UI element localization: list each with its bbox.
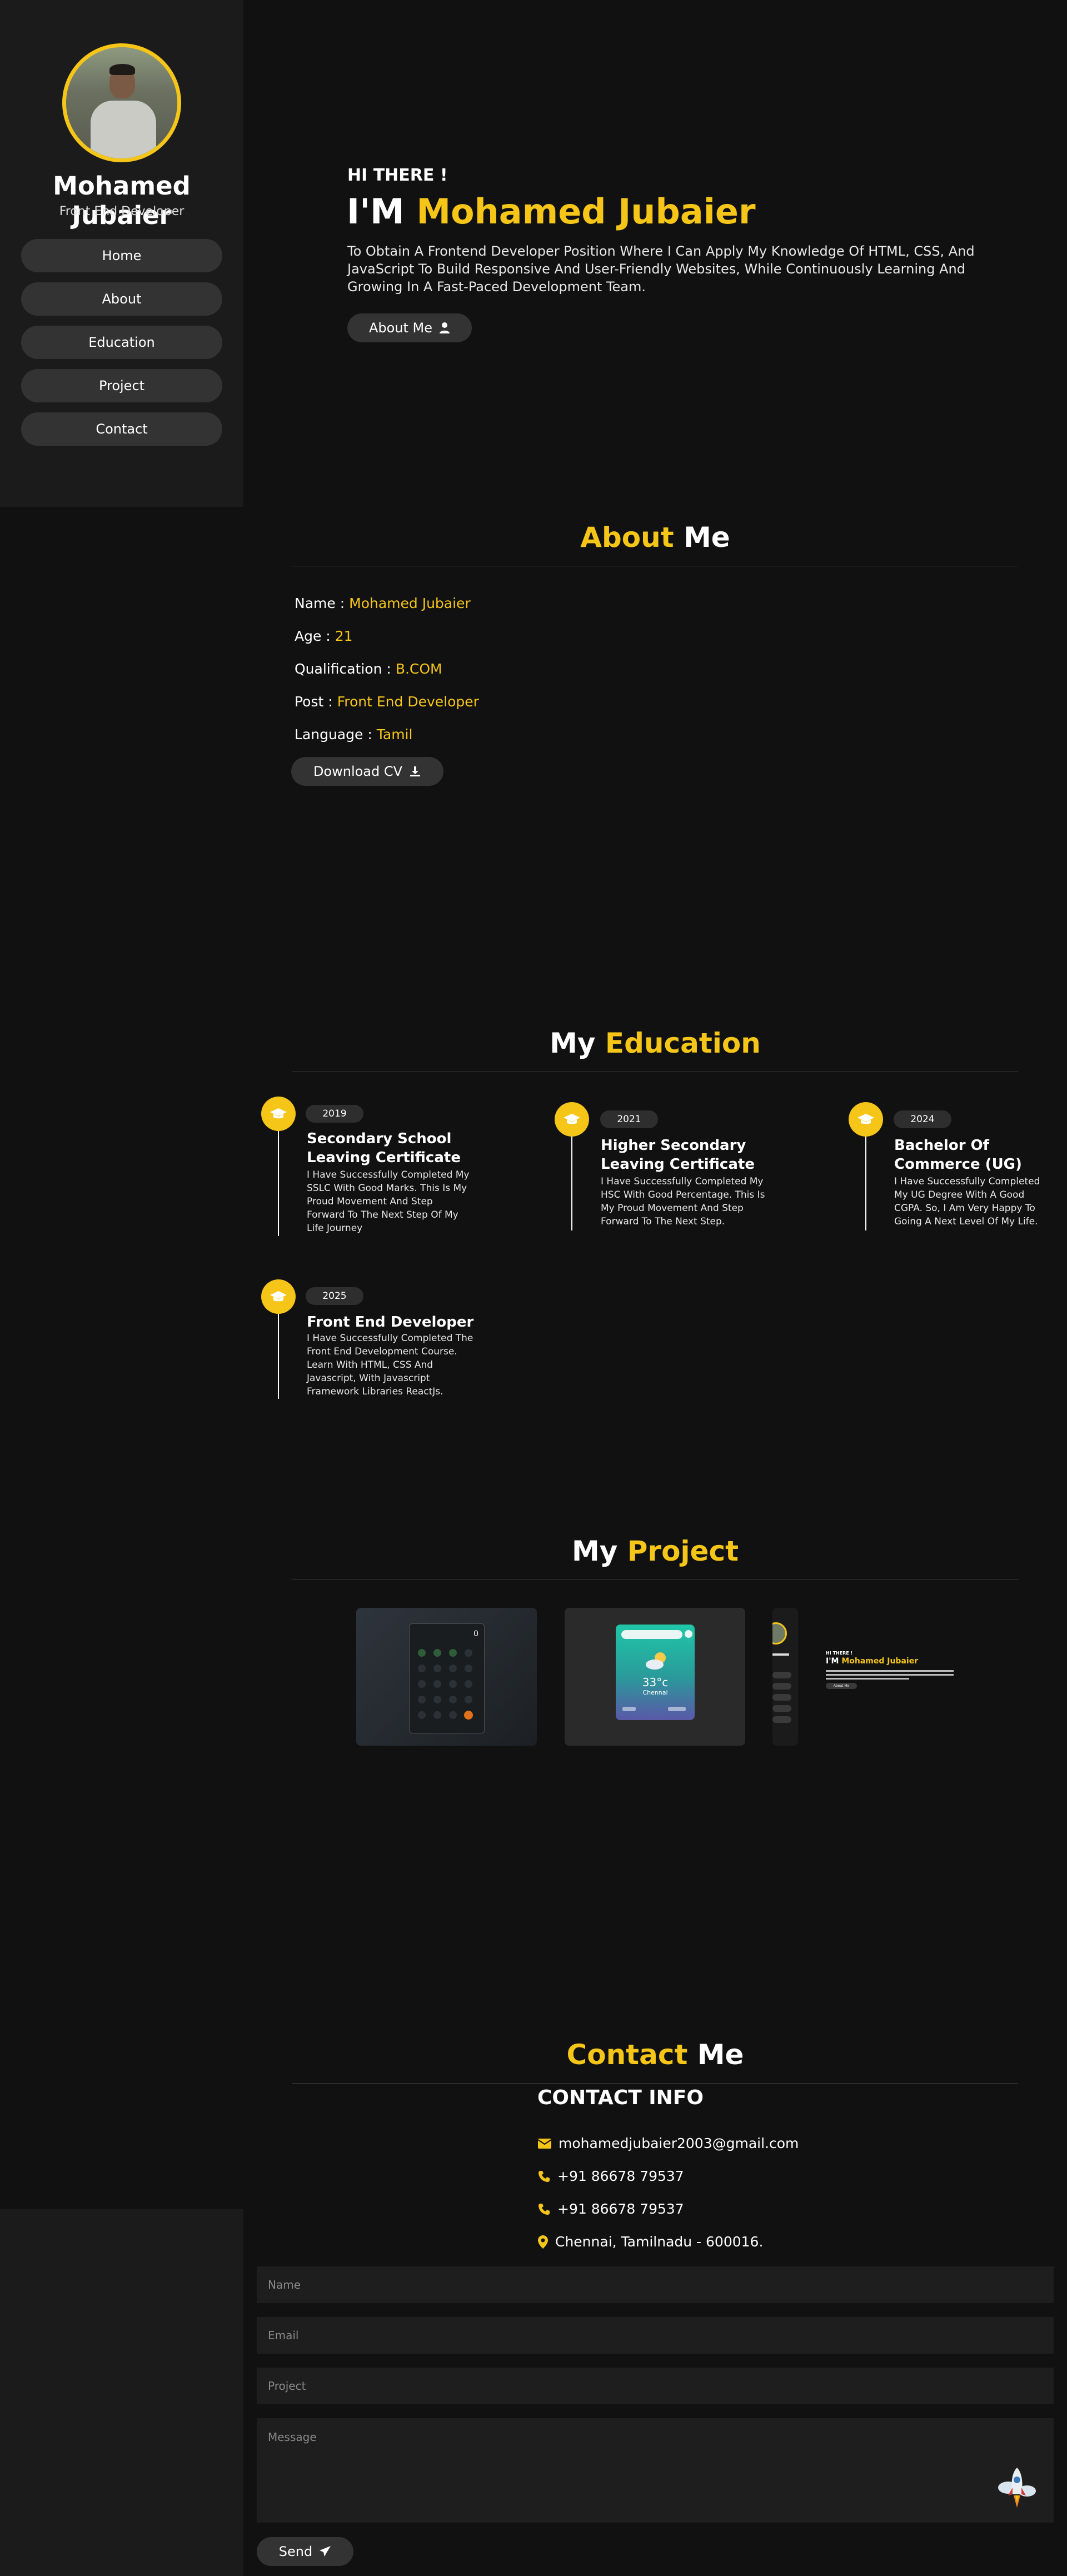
- weather-humidity-indicator: [622, 1707, 636, 1711]
- education-item-title: Secondary School Leaving Certificate: [307, 1130, 461, 1166]
- portfolio-preview-content: HI THERE ! I'M Mohamed Jubaier About Me: [826, 1651, 965, 1689]
- calculator-preview: 0: [409, 1623, 485, 1733]
- education-year-badge: 2025: [306, 1287, 363, 1305]
- about-age-row: Age :21: [295, 628, 353, 644]
- weather-preview: 33°c Chennai: [616, 1625, 695, 1720]
- contact-phone-2: +91 86678 79537: [537, 2201, 684, 2217]
- education-year-badge: 2021: [600, 1110, 658, 1128]
- download-cv-button[interactable]: Download CV: [291, 757, 443, 786]
- portfolio-nav-pill: [772, 1683, 791, 1690]
- calculator-keypad: [418, 1649, 473, 1720]
- user-icon: [440, 322, 450, 333]
- about-name-row: Name : Mohamed Jubaier: [295, 595, 471, 611]
- nav-about-button[interactable]: About: [21, 282, 222, 316]
- project-card-calculator[interactable]: 0: [356, 1608, 537, 1746]
- education-title: My Education: [550, 1027, 761, 1059]
- timeline-line: [865, 1136, 866, 1230]
- calculator-display: 0: [473, 1630, 478, 1638]
- scroll-to-top-button[interactable]: [996, 2463, 1038, 2512]
- education-item-text: I Have Successfully Completed My HSC Wit…: [601, 1176, 765, 1227]
- timeline-line: [278, 1130, 279, 1236]
- sidebar: Mohamed Jubaier Front End Developer Home…: [0, 0, 243, 507]
- portfolio-nav-pill: [772, 1672, 791, 1678]
- weather-city: Chennai: [642, 1689, 668, 1696]
- name-input[interactable]: [257, 2266, 1054, 2303]
- education-item-title: Bachelor Of Commerce (UG): [894, 1137, 1022, 1173]
- portfolio-preview-text-line: [826, 1678, 909, 1680]
- hero-description: To Obtain A Frontend Developer Position …: [347, 243, 975, 295]
- weather-search-icon: [685, 1630, 692, 1638]
- contact-divider: [292, 2083, 1018, 2084]
- portfolio-preview-text-line: [826, 1670, 954, 1672]
- education-item-title: Higher Secondary Leaving Certificate: [601, 1137, 755, 1173]
- avatar: [62, 43, 181, 162]
- weather-search-bar: [621, 1630, 682, 1639]
- graduation-cap-icon: [849, 1102, 883, 1137]
- education-item-text: I Have Successfully Completed My SSLC Wi…: [307, 1169, 470, 1234]
- nav-home-button[interactable]: Home: [21, 239, 222, 272]
- sidebar-name: Mohamed Jubaier: [53, 171, 191, 230]
- portfolio-nav-pill: [772, 1705, 791, 1712]
- about-title: About Me: [580, 521, 730, 554]
- envelope-icon: [537, 2138, 552, 2149]
- sidebar-lower-panel: [0, 2209, 243, 2576]
- graduation-cap-icon: [261, 1097, 296, 1131]
- phone-icon: [539, 2203, 550, 2215]
- portfolio-preview-button: About Me: [826, 1683, 857, 1689]
- education-item-title: Front End Developer: [307, 1314, 474, 1331]
- nav-contact-button[interactable]: Contact: [21, 412, 222, 446]
- email-input[interactable]: [257, 2317, 1054, 2354]
- project-title: My Project: [571, 1535, 739, 1567]
- portfolio-preview-text-line: [826, 1674, 954, 1676]
- weather-wind-indicator: [668, 1707, 686, 1711]
- about-language-row: Language : Tamil: [295, 726, 413, 743]
- portfolio-nav-pill: [772, 1716, 791, 1723]
- education-item-text: I Have Successfully Completed My UG Degr…: [894, 1176, 1040, 1227]
- about-post-row: Post : Front End Developer: [295, 694, 479, 710]
- contact-phone-1: +91 86678 79537: [537, 2168, 684, 2184]
- hero-greeting: HI THERE !: [347, 166, 448, 185]
- location-pin-icon: [538, 2235, 548, 2249]
- sidebar-role: Front End Developer: [59, 205, 185, 218]
- rocket-icon: [998, 2468, 1036, 2508]
- paper-plane-icon: [320, 2546, 331, 2557]
- weather-temperature: 33°c: [642, 1676, 669, 1689]
- about-me-button[interactable]: About Me: [347, 313, 472, 342]
- timeline-line: [278, 1313, 279, 1399]
- education-year-badge: 2019: [306, 1105, 363, 1123]
- weather-cloud-sun-icon: [646, 1652, 666, 1670]
- nav-education-button[interactable]: Education: [21, 326, 222, 359]
- contact-info-title: CONTACT INFO: [537, 2086, 704, 2109]
- send-button[interactable]: Send: [257, 2537, 353, 2566]
- project-input[interactable]: [257, 2368, 1054, 2404]
- portfolio-nav-pill: [772, 1694, 791, 1701]
- portfolio-avatar: [772, 1622, 787, 1645]
- education-item-text: I Have Successfully Completed The Front …: [307, 1333, 473, 1397]
- graduation-cap-icon: [555, 1102, 589, 1137]
- hero-title: I'M Mohamed Jubaier: [347, 191, 756, 232]
- contact-address: Chennai, Tamilnadu - 600016.: [537, 2234, 763, 2250]
- portfolio-preview-greeting: HI THERE !: [826, 1651, 853, 1656]
- download-icon: [410, 766, 421, 776]
- education-year-badge: 2024: [894, 1110, 951, 1128]
- timeline-line: [571, 1136, 572, 1230]
- message-textarea[interactable]: [257, 2418, 1054, 2523]
- nav-project-button[interactable]: Project: [21, 369, 222, 402]
- contact-email: mohamedjubaier2003@gmail.com: [537, 2135, 799, 2151]
- phone-icon: [539, 2170, 550, 2182]
- about-qualification-row: Qualification : B.COM: [295, 661, 442, 677]
- portfolio-preview-title: I'M Mohamed Jubaier: [826, 1657, 919, 1666]
- project-card-portfolio[interactable]: [772, 1608, 798, 1746]
- contact-title: Contact Me: [566, 2039, 744, 2071]
- project-card-weather[interactable]: 33°c Chennai: [565, 1608, 745, 1746]
- portfolio-name-line: [772, 1653, 789, 1656]
- graduation-cap-icon: [261, 1279, 296, 1314]
